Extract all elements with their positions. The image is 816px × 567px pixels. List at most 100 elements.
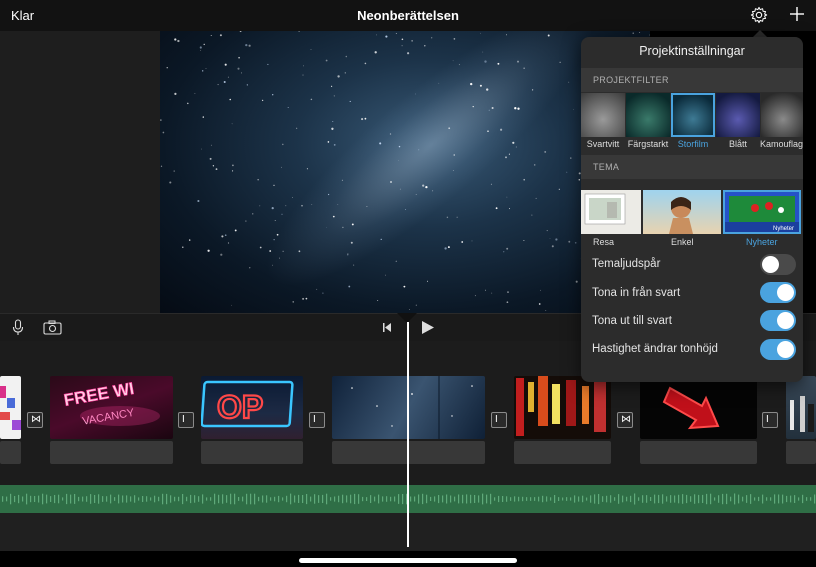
filter-blatt[interactable] — [716, 93, 760, 137]
speed-pitch-toggle[interactable] — [760, 339, 796, 360]
clip-city-night-street[interactable] — [514, 376, 611, 439]
cut-icon[interactable]: I — [309, 412, 325, 428]
clip-city-people[interactable] — [786, 376, 816, 439]
filter-kamouflage[interactable] — [761, 93, 803, 137]
waveform-bar — [114, 497, 116, 501]
waveform-bar — [574, 495, 576, 503]
cut-icon[interactable]: I — [178, 412, 194, 428]
star — [160, 165, 163, 167]
waveform-bar — [94, 495, 96, 503]
clip-strip — [50, 441, 173, 464]
star — [305, 297, 308, 300]
waveform-bar — [542, 495, 544, 503]
waveform-bar — [122, 495, 124, 503]
waveform-bar — [678, 494, 680, 504]
star — [415, 93, 416, 95]
waveform-bar — [422, 493, 424, 505]
star — [282, 143, 284, 146]
star — [505, 156, 507, 159]
filter-fargstarkt[interactable] — [626, 93, 670, 137]
waveform-bar — [646, 495, 648, 503]
star — [274, 220, 276, 221]
filter-label: Blått — [728, 139, 747, 149]
star — [220, 253, 223, 256]
video-preview[interactable] — [160, 31, 650, 313]
star — [272, 94, 274, 96]
star — [160, 119, 162, 121]
star — [344, 72, 346, 74]
project-title: Neonberättelsen — [357, 8, 459, 23]
waveform-bar — [14, 496, 16, 503]
cut-icon[interactable]: I — [762, 412, 778, 428]
star — [261, 99, 264, 102]
star — [273, 184, 275, 186]
crossfade-icon[interactable]: ⋈ — [617, 412, 633, 428]
waveform-bar — [746, 495, 748, 503]
waveform-bar — [206, 497, 208, 501]
waveform-bar — [662, 494, 664, 504]
filter-svartvitt[interactable] — [581, 93, 625, 137]
waveform-bar — [322, 494, 324, 503]
filter-storfilm[interactable] — [671, 93, 715, 137]
star — [241, 72, 242, 74]
waveform-bar — [518, 496, 520, 502]
star — [217, 84, 219, 86]
waveform-bar — [454, 496, 456, 502]
star — [219, 34, 222, 37]
waveform-bar — [6, 496, 8, 502]
gear-icon[interactable] — [750, 6, 768, 24]
waveform-bar — [726, 493, 728, 505]
star — [380, 238, 382, 240]
waveform-bar — [694, 494, 696, 504]
star — [506, 196, 508, 198]
microphone-icon[interactable] — [12, 319, 24, 336]
waveform-bar — [586, 497, 588, 501]
clip-free-wifi-vacancy-neon[interactable]: FREE WI VACANCY — [50, 376, 173, 439]
clip-open-neon-sign[interactable]: OP — [201, 376, 303, 439]
clip-colorful-signs[interactable] — [0, 376, 21, 439]
star — [472, 105, 474, 108]
waveform-bar — [622, 495, 624, 503]
star — [197, 199, 200, 203]
waveform-bar — [130, 496, 132, 502]
star — [232, 170, 234, 172]
star — [246, 84, 248, 86]
star — [259, 205, 261, 207]
star — [566, 171, 568, 173]
theme-nyheter[interactable]: Nyheter — [723, 190, 801, 234]
star — [209, 157, 212, 160]
clip-red-arrow-neon[interactable] — [640, 376, 757, 439]
play-icon[interactable] — [421, 320, 435, 335]
waveform-bar — [70, 494, 72, 504]
fade-out-label: Tona ut till svart — [592, 315, 672, 327]
playhead[interactable] — [407, 322, 409, 547]
star — [480, 32, 482, 34]
star — [210, 35, 212, 36]
fade-in-toggle[interactable] — [760, 282, 796, 303]
star — [292, 197, 293, 198]
waveform-bar — [414, 496, 416, 502]
star — [177, 39, 180, 43]
waveform-bar — [778, 494, 780, 504]
star — [555, 238, 558, 241]
star — [456, 216, 458, 218]
crossfade-icon[interactable]: ⋈ — [27, 412, 43, 428]
star — [332, 215, 335, 218]
star — [173, 170, 175, 172]
theme-enkel[interactable] — [643, 190, 721, 234]
camera-icon[interactable] — [43, 320, 62, 335]
waveform-bar — [782, 494, 784, 504]
cut-icon[interactable]: I — [491, 412, 507, 428]
theme-resa[interactable] — [581, 190, 641, 234]
skip-to-start-icon[interactable] — [382, 322, 392, 333]
star — [169, 181, 172, 184]
waveform-bar — [182, 494, 184, 505]
star — [389, 133, 392, 135]
waveform-bar — [578, 496, 580, 502]
fade-out-toggle[interactable] — [760, 310, 796, 331]
star — [438, 82, 440, 84]
star — [403, 285, 406, 288]
theme-music-toggle[interactable] — [760, 254, 796, 275]
plus-icon[interactable] — [788, 5, 806, 23]
star — [491, 292, 493, 294]
